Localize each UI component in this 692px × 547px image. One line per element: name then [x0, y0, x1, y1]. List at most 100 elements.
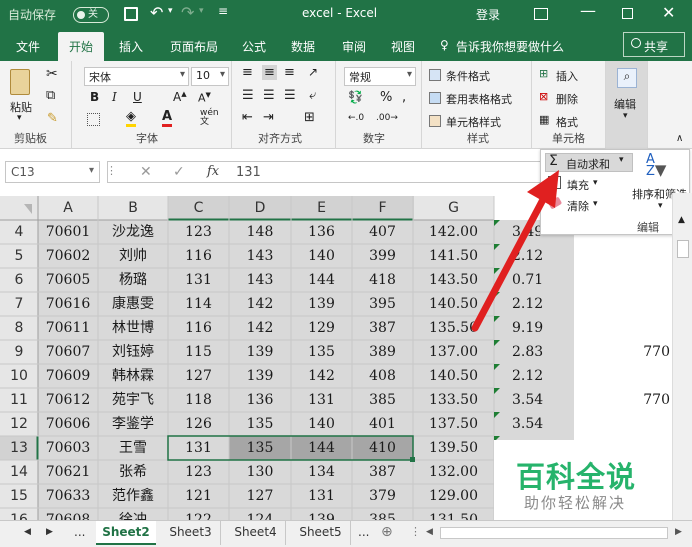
tab-view[interactable]: 视图 [391, 38, 415, 55]
merge-center-icon[interactable]: ⊞ [304, 110, 315, 125]
column-header-a[interactable]: A [38, 196, 98, 220]
cell-e[interactable]: 131 [291, 484, 352, 508]
cell-e[interactable]: 135 [291, 340, 352, 364]
formula-input[interactable]: 131 [236, 165, 261, 180]
row-header[interactable]: 16 [0, 508, 38, 520]
cell-f[interactable]: 387 [352, 316, 413, 340]
row-header[interactable]: 7 [0, 292, 38, 316]
cell-h[interactable]: 2.12 [500, 364, 560, 388]
cell-b[interactable]: 韩林霖 [98, 364, 168, 388]
cell-e[interactable]: 140 [291, 244, 352, 268]
row-header[interactable]: 15 [0, 484, 38, 508]
cell-e[interactable]: 136 [291, 220, 352, 244]
tab-review[interactable]: 审阅 [342, 38, 366, 55]
cell-a[interactable]: 70601 [38, 220, 98, 244]
cell-a[interactable]: 70611 [38, 316, 98, 340]
split-handle-icon[interactable]: ⋮ [410, 521, 421, 545]
cell-g[interactable]: 129.00 [413, 484, 494, 508]
sheet-tab-sheet3[interactable]: Sheet3 [161, 521, 221, 545]
cell-d[interactable]: 143 [229, 244, 291, 268]
cell-f[interactable]: 399 [352, 244, 413, 268]
increase-decimal-icon[interactable]: ←.0 [348, 113, 364, 123]
column-header-e[interactable]: E [291, 196, 352, 220]
cell-e[interactable]: 139 [291, 292, 352, 316]
group-editing-collapsed[interactable]: ⌕ 编辑 ▾ [606, 61, 648, 149]
cell-a[interactable]: 70605 [38, 268, 98, 292]
login-link[interactable]: 登录 [476, 6, 500, 23]
decrease-font-icon[interactable]: A▼ [198, 91, 211, 105]
tab-formulas[interactable]: 公式 [242, 38, 266, 55]
cell-f[interactable]: 385 [352, 508, 413, 520]
row-header[interactable]: 12 [0, 412, 38, 436]
cell-c[interactable]: 131 [168, 268, 229, 292]
minimize-icon[interactable]: — [580, 1, 596, 20]
cell-c[interactable]: 123 [168, 220, 229, 244]
cell-b[interactable]: 杨璐 [98, 268, 168, 292]
more-sheets-right[interactable]: ... [358, 521, 369, 545]
delete-cells-button[interactable]: 删除 [556, 91, 578, 107]
cell-f[interactable]: 410 [352, 436, 413, 460]
maximize-icon[interactable] [622, 8, 633, 19]
paste-icon[interactable] [10, 69, 30, 95]
cell-g[interactable]: 133.50 [413, 388, 494, 412]
tab-data[interactable]: 数据 [291, 38, 315, 55]
cell-b[interactable]: 张希 [98, 460, 168, 484]
cell-f[interactable]: 389 [352, 340, 413, 364]
cell-e[interactable]: 144 [291, 436, 352, 460]
cell-a[interactable]: 70606 [38, 412, 98, 436]
decrease-indent-icon[interactable]: ⇤ [242, 110, 253, 125]
cell-d[interactable]: 142 [229, 292, 291, 316]
cell-c[interactable]: 127 [168, 364, 229, 388]
cell-g[interactable]: 139.50 [413, 436, 494, 460]
format-as-table-button[interactable]: 套用表格格式 [446, 91, 512, 107]
cell-e[interactable]: 144 [291, 268, 352, 292]
tell-me-search[interactable]: 告诉我你想要做什么 [456, 38, 564, 55]
underline-button[interactable]: U [133, 90, 142, 104]
clear-dropdown-icon[interactable]: ▾ [593, 199, 598, 209]
italic-button[interactable]: I [112, 90, 117, 104]
cell-j[interactable]: 770 [610, 388, 670, 412]
align-left-icon[interactable]: ☰ [242, 88, 254, 103]
autosum-dropdown-icon[interactable]: ▾ [619, 155, 631, 165]
cell-g[interactable]: 131.50 [413, 508, 494, 520]
sheet-tab-sheet5[interactable]: Sheet5 [291, 521, 351, 545]
percent-icon[interactable]: % [380, 90, 392, 105]
cell-c[interactable]: 131 [168, 436, 229, 460]
conditional-format-button[interactable]: 条件格式 [446, 68, 490, 84]
hscroll-right-icon[interactable]: ▶ [675, 521, 682, 545]
scroll-up-icon[interactable]: ▲ [678, 215, 685, 225]
row-header[interactable]: 5 [0, 244, 38, 268]
number-format-combo[interactable]: 常规 [344, 67, 416, 86]
cell-b[interactable]: 徐冲 [98, 508, 168, 520]
cell-a[interactable]: 70612 [38, 388, 98, 412]
name-box[interactable]: C13 [5, 161, 100, 183]
cell-d[interactable]: 142 [229, 316, 291, 340]
bold-button[interactable]: B [90, 90, 99, 104]
row-header[interactable]: 6 [0, 268, 38, 292]
increase-font-icon[interactable]: A▲ [173, 90, 187, 104]
cell-h[interactable]: 3.54 [500, 388, 560, 412]
row-header[interactable]: 14 [0, 460, 38, 484]
cell-c[interactable]: 116 [168, 244, 229, 268]
add-sheet-icon[interactable]: ⊕ [381, 521, 393, 545]
cell-b[interactable]: 王雪 [98, 436, 168, 460]
font-size-combo[interactable]: 10 [191, 67, 229, 86]
font-color-icon[interactable]: A [162, 109, 173, 127]
share-button[interactable]: 共享 [623, 32, 685, 57]
cell-d[interactable]: 139 [229, 364, 291, 388]
clear-button[interactable]: 清除 [567, 198, 589, 214]
format-cells-button[interactable]: 格式 [556, 114, 578, 130]
phonetic-guide-icon[interactable]: wén 文 [200, 109, 219, 127]
insert-cells-button[interactable]: 插入 [556, 68, 578, 84]
cell-j[interactable] [610, 364, 670, 388]
cell-d[interactable]: 127 [229, 484, 291, 508]
cell-c[interactable]: 114 [168, 292, 229, 316]
insert-function-icon[interactable]: fx [207, 164, 219, 179]
redo-icon[interactable]: ↷ [181, 3, 194, 22]
cell-g[interactable]: 140.50 [413, 364, 494, 388]
cell-e[interactable]: 131 [291, 388, 352, 412]
sort-filter-dropdown-icon[interactable]: ▾ [658, 201, 663, 211]
cell-d[interactable]: 135 [229, 436, 291, 460]
wrap-text-icon[interactable]: ⤶ [309, 88, 316, 103]
cell-j[interactable] [610, 292, 670, 316]
